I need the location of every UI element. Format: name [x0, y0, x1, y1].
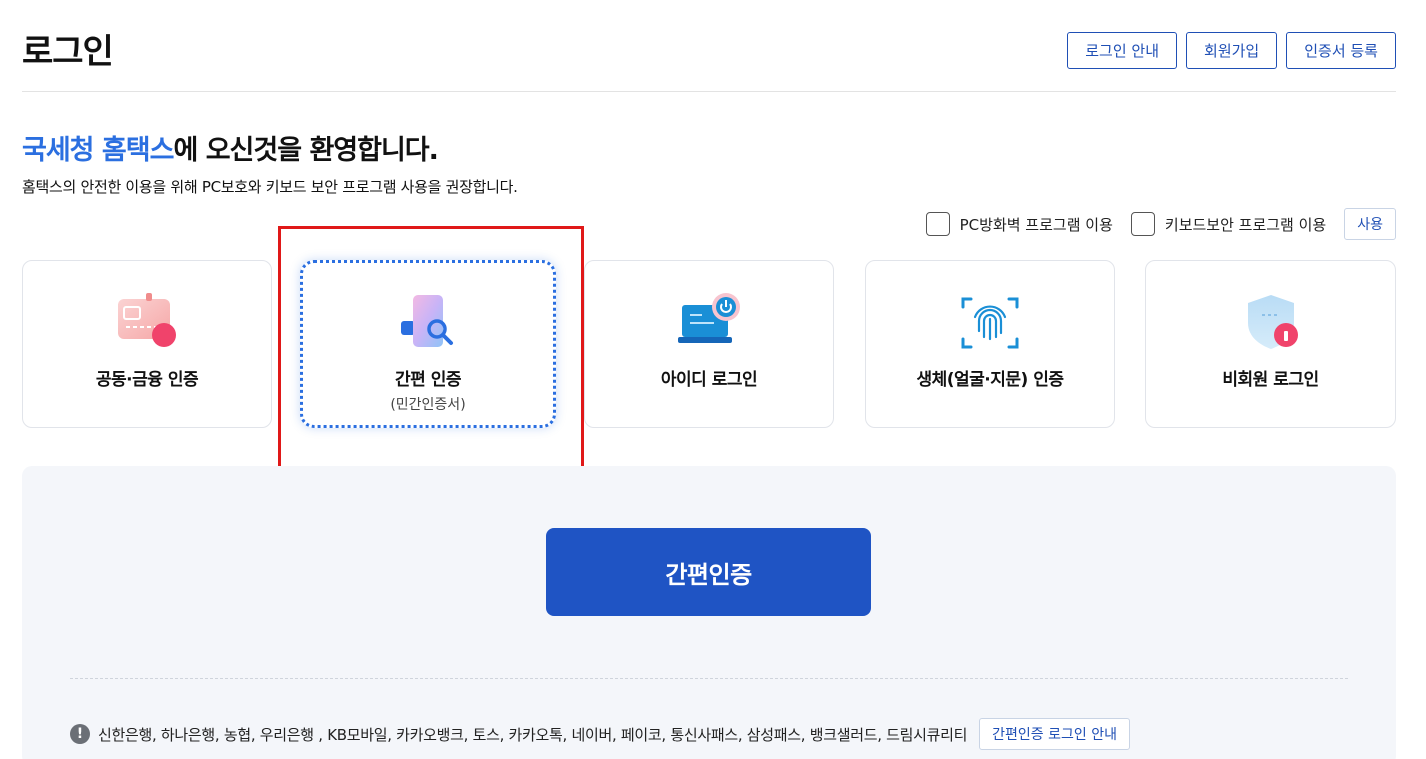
brand-name: 국세청 홈택스 [22, 135, 174, 166]
simple-auth-phone-icon [393, 291, 463, 355]
method-label: 공동·금융 인증 [95, 370, 199, 390]
laptop-power-icon [674, 291, 744, 355]
supported-providers-text: 신한은행, 하나은행, 농협, 우리은행 , KB모바일, 카카오뱅크, 토스,… [98, 725, 968, 744]
info-icon: ! [70, 724, 90, 744]
method-label: 간편 인증 [395, 370, 461, 390]
method-card-simple-auth[interactable]: 간편 인증 (민간인증서) [300, 260, 556, 428]
method-card-guest-login[interactable]: 비회원 로그인 [1145, 260, 1396, 428]
login-method-list: 공동·금융 인증 간편 인증 (민간인증서) 아이디 로그인 생체(얼굴·지문)… [22, 260, 1396, 428]
login-guide-button[interactable]: 로그인 안내 [1067, 32, 1178, 69]
firewall-checkbox[interactable]: PC방화벽 프로그램 이용 [925, 212, 1113, 236]
security-options: PC방화벽 프로그램 이용 키보드보안 프로그램 이용 사용 [925, 208, 1396, 240]
use-security-button[interactable]: 사용 [1344, 208, 1396, 240]
method-sublabel: (민간인증서) [390, 397, 466, 413]
method-label: 비회원 로그인 [1222, 370, 1319, 390]
supported-providers-notice: ! 신한은행, 하나은행, 농협, 우리은행 , KB모바일, 카카오뱅크, 토… [70, 718, 1130, 750]
shield-lock-icon [1236, 291, 1306, 355]
top-button-group: 로그인 안내 회원가입 인증서 등록 [1067, 32, 1396, 69]
register-certificate-button[interactable]: 인증서 등록 [1286, 32, 1396, 69]
method-label: 생체(얼굴·지문) 인증 [916, 370, 1064, 390]
firewall-checkbox-label: PC방화벽 프로그램 이용 [959, 215, 1113, 234]
security-recommendation: 홈택스의 안전한 이용을 위해 PC보호와 키보드 보안 프로그램 사용을 권장… [22, 178, 518, 196]
certificate-card-icon [112, 291, 182, 355]
firewall-checkbox-box[interactable] [925, 212, 950, 236]
welcome-rest: 에 오신것을 환영합니다. [173, 135, 438, 166]
keyboard-security-checkbox[interactable]: 키보드보안 프로그램 이용 [1130, 212, 1327, 236]
signup-button[interactable]: 회원가입 [1186, 32, 1278, 69]
keyboard-security-checkbox-box[interactable] [1130, 212, 1155, 236]
simple-auth-panel: 간편인증 ! 신한은행, 하나은행, 농협, 우리은행 , KB모바일, 카카오… [22, 466, 1396, 759]
keyboard-security-checkbox-label: 키보드보안 프로그램 이용 [1164, 215, 1327, 234]
simple-auth-button[interactable]: 간편인증 [546, 528, 871, 616]
panel-divider [70, 678, 1348, 679]
method-label: 아이디 로그인 [660, 370, 758, 390]
method-card-biometric[interactable]: 생체(얼굴·지문) 인증 [865, 260, 1115, 428]
simple-auth-guide-button[interactable]: 간편인증 로그인 안내 [979, 718, 1130, 750]
header-divider [22, 91, 1396, 92]
fingerprint-icon [955, 291, 1025, 355]
page-title: 로그인 [22, 32, 114, 72]
method-card-certificate[interactable]: 공동·금융 인증 [22, 260, 272, 428]
welcome-heading: 국세청 홈택스에 오신것을 환영합니다. [22, 128, 439, 167]
method-card-id-login[interactable]: 아이디 로그인 [584, 260, 834, 428]
